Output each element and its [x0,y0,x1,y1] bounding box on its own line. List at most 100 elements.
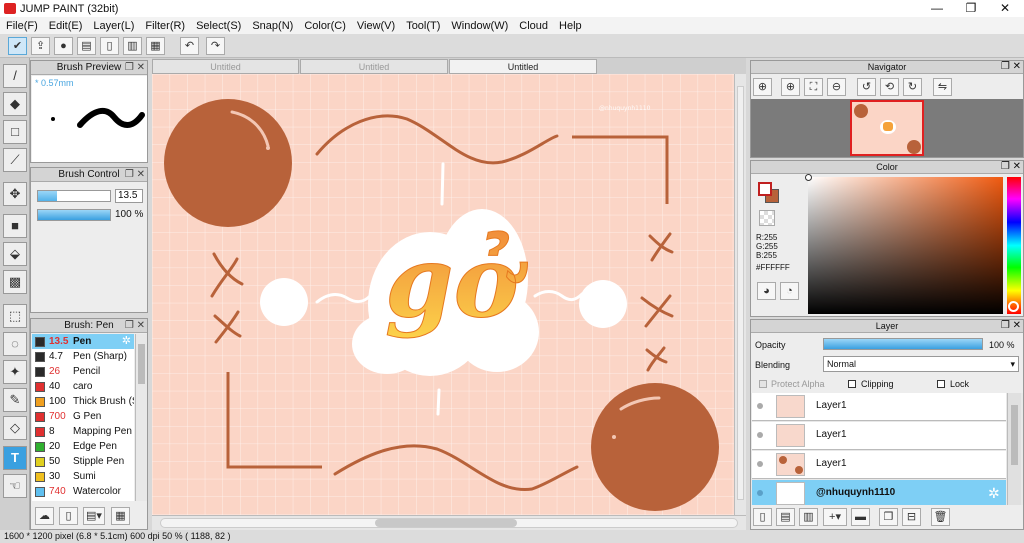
grid-edit-icon[interactable]: ▦ [146,37,165,55]
navigator-thumbnail[interactable] [850,100,924,156]
eye-icon[interactable] [757,490,763,496]
comment-icon[interactable]: ● [54,37,73,55]
duplicate-layer-icon[interactable]: ▥ [799,508,818,526]
rotate-reset-icon[interactable]: ⟲ [880,78,899,96]
menu-file[interactable]: File(F) [6,20,38,32]
brush-settings-icon[interactable]: ▦ [111,507,130,525]
navigator-view[interactable] [751,99,1023,157]
select-pen-icon[interactable]: ✎ [3,388,27,412]
redo-icon[interactable]: ↷ [206,37,225,55]
menu-cloud[interactable]: Cloud [519,20,548,32]
minimize-button[interactable]: — [920,0,954,17]
share-icon[interactable]: ⇪ [31,37,50,55]
add-layer-menu-icon[interactable]: +▾ [823,508,847,526]
magic-wand-icon[interactable]: ✦ [3,360,27,384]
brush-list-item[interactable]: 13.5 Pen ✲ [32,334,134,349]
hue-slider[interactable] [1007,177,1021,314]
menu-edit[interactable]: Edit(E) [49,20,83,32]
panel-close-icon[interactable]: ❐ ✕ [1001,320,1021,332]
drawing-canvas[interactable]: gở @nhuquynh1110 [152,74,734,515]
brush-list-item[interactable]: 4.7 Pen (Sharp) [32,349,134,364]
layer-opacity-slider[interactable] [823,338,983,350]
tab-untitled-1[interactable]: Untitled [152,59,299,74]
new-brush-icon[interactable]: ▯ [59,507,78,525]
brush-list-item[interactable]: 30 Sumi [32,469,134,484]
rotate-right-icon[interactable]: ↻ [903,78,922,96]
gradient-tool-icon[interactable]: ▩ [3,270,27,294]
menu-view[interactable]: View(V) [357,20,395,32]
brush-list-scrollbar[interactable] [135,334,147,501]
palette-icon[interactable]: ◕ [757,282,776,300]
gear-icon[interactable]: ✲ [988,485,1000,502]
cloud-check-icon[interactable]: ✔ [8,37,27,55]
brush-tool-icon[interactable]: / [3,64,27,88]
select-rect-icon[interactable]: ⬚ [3,304,27,328]
rotate-left-icon[interactable]: ↺ [857,78,876,96]
panel-close-icon[interactable]: ❐ ✕ [125,168,145,181]
layer-list-scrollbar[interactable] [1007,393,1021,505]
text-tool-icon[interactable]: T [3,446,27,470]
menu-window[interactable]: Window(W) [451,20,508,32]
page-icon[interactable]: ▯ [100,37,119,55]
lasso-tool-icon[interactable]: ◌ [3,332,27,356]
undo-icon[interactable]: ↶ [180,37,199,55]
menu-snap[interactable]: Snap(N) [252,20,293,32]
fit-view-icon[interactable]: ⛶ [804,78,823,96]
move-tool-icon[interactable]: ✥ [3,182,27,206]
lock-checkbox[interactable] [937,380,945,388]
tab-untitled-2[interactable]: Untitled [300,59,448,74]
layer-row[interactable]: Layer1 [752,451,1006,479]
canvas-area[interactable]: gở @nhuquynh1110 [152,74,746,515]
panel-close-icon[interactable]: ❐ ✕ [1001,61,1021,73]
merge-layer-icon[interactable]: ⊟ [902,508,921,526]
color-saturation-field[interactable] [805,174,1003,314]
layer-row-selected[interactable]: @nhuquynh1110 ✲ [752,480,1006,505]
brush-list-item[interactable]: 740 Watercolor [32,484,134,499]
eye-icon[interactable] [757,403,763,409]
protect-alpha-checkbox[interactable] [759,380,767,388]
menu-color[interactable]: Color(C) [304,20,346,32]
blending-select[interactable]: Normal ▾ [823,356,1019,372]
cloud-brush-icon[interactable]: ☁ [35,507,54,525]
menu-help[interactable]: Help [559,20,582,32]
brush-size-slider[interactable] [37,190,111,202]
brush-list-item[interactable]: 8 Mapping Pen [32,424,134,439]
eye-icon[interactable] [757,432,763,438]
bucket-tool-icon[interactable]: ⬙ [3,242,27,266]
eraser-tool-icon[interactable]: ◆ [3,92,27,116]
tab-untitled-3[interactable]: Untitled [449,59,597,74]
folder-icon[interactable]: ▬ [851,508,870,526]
zoom-in-alt-icon[interactable]: ⊕ [781,78,800,96]
gear-icon[interactable]: ✲ [122,334,131,349]
new-layer-icon[interactable]: ▯ [753,508,772,526]
brush-list-item[interactable]: 100 Thick Brush (Si [32,394,134,409]
select-eraser-icon[interactable]: ◇ [3,416,27,440]
brush-list-item[interactable]: 40 caro [32,379,134,394]
menu-layer[interactable]: Layer(L) [93,20,134,32]
fill-rect-tool-icon[interactable]: ■ [3,214,27,238]
brush-menu-icon[interactable]: ▤▾ [83,507,105,525]
menu-tool[interactable]: Tool(T) [406,20,440,32]
canvas-horizontal-scrollbar[interactable] [152,515,746,530]
clipping-checkbox[interactable] [848,380,856,388]
maximize-button[interactable]: ❐ [954,0,988,17]
layer-row[interactable]: Layer1 [752,393,1006,421]
brush-list-item[interactable]: 50 Stipple Pen [32,454,134,469]
brush-list-item[interactable]: 20 Edge Pen [32,439,134,454]
brush-size-value[interactable]: 13.5 [115,189,143,203]
panel-close-icon[interactable]: ❐ ✕ [1001,161,1021,173]
layer-row[interactable]: Layer1 [752,422,1006,450]
pages-icon[interactable]: ▥ [123,37,142,55]
flip-icon[interactable]: ⇋ [933,78,952,96]
chat-icon[interactable]: ▤ [77,37,96,55]
hand-tool-icon[interactable]: ☜ [3,474,27,498]
zoom-in-icon[interactable]: ⊕ [753,78,772,96]
brush-list-item[interactable]: 700 G Pen [32,409,134,424]
zoom-out-icon[interactable]: ⊖ [827,78,846,96]
menu-filter[interactable]: Filter(R) [145,20,185,32]
copy-layer-icon[interactable]: ❐ [879,508,898,526]
close-button[interactable]: ✕ [988,0,1022,17]
brush-opacity-slider[interactable] [37,209,111,221]
horizontal-scroll-thumb[interactable] [375,519,517,527]
eye-icon[interactable] [757,461,763,467]
